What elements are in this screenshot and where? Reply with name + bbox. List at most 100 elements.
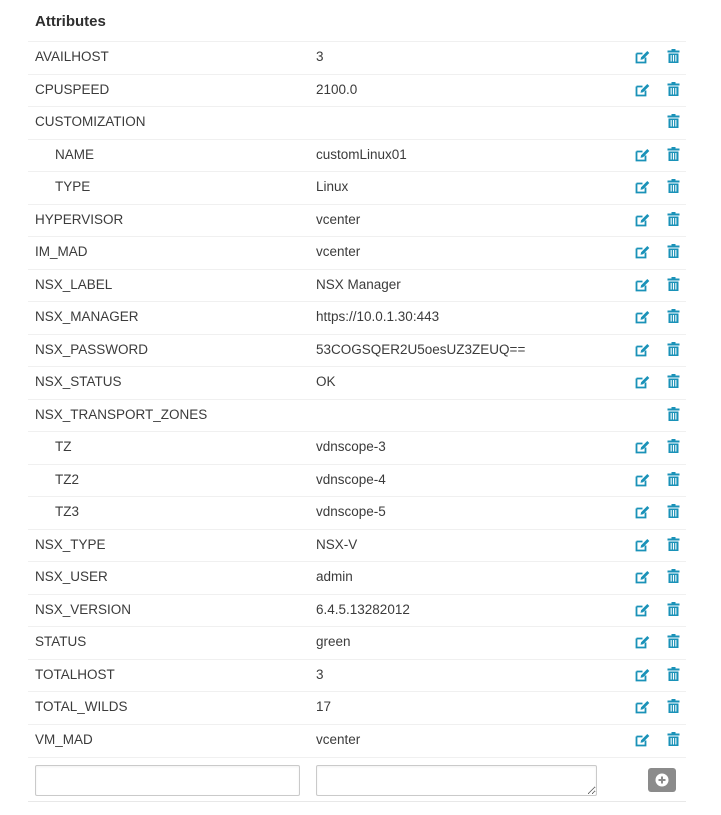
edit-icon[interactable] bbox=[635, 83, 650, 97]
attribute-key: VM_MAD bbox=[35, 731, 93, 747]
plus-circle-icon bbox=[655, 773, 669, 787]
trash-icon[interactable] bbox=[667, 49, 680, 64]
trash-icon[interactable] bbox=[667, 666, 680, 682]
edit-icon[interactable] bbox=[635, 473, 650, 487]
attribute-value: OK bbox=[316, 374, 336, 389]
edit-icon[interactable] bbox=[635, 635, 650, 649]
attribute-row: TZ2 vdnscope-4 bbox=[28, 463, 686, 497]
trash-icon[interactable] bbox=[667, 276, 680, 292]
attribute-row: TOTALHOST 3 bbox=[28, 658, 686, 692]
attribute-key: IM_MAD bbox=[35, 244, 88, 259]
new-attribute-key-input[interactable] bbox=[35, 765, 300, 796]
attribute-key: HYPERVISOR bbox=[35, 211, 124, 227]
attribute-row: NSX_TYPE NSX-V bbox=[28, 528, 686, 562]
edit-icon[interactable] bbox=[635, 375, 650, 389]
edit-icon[interactable] bbox=[635, 50, 650, 64]
attribute-key: TZ3 bbox=[55, 504, 80, 519]
trash-icon[interactable] bbox=[667, 146, 680, 162]
attribute-row: TZ vdnscope-3 bbox=[28, 431, 686, 464]
trash-icon[interactable] bbox=[667, 471, 680, 487]
attribute-row: AVAILHOST 3 bbox=[28, 41, 686, 74]
attribute-value: vdnscope-5 bbox=[316, 504, 386, 519]
attribute-value: Linux bbox=[316, 179, 349, 194]
edit-icon[interactable] bbox=[635, 700, 650, 714]
edit-icon[interactable] bbox=[635, 213, 650, 227]
trash-icon[interactable] bbox=[667, 211, 680, 227]
edit-icon[interactable] bbox=[635, 310, 650, 324]
trash-icon[interactable] bbox=[667, 244, 680, 259]
trash-icon[interactable] bbox=[667, 341, 680, 357]
trash-icon[interactable] bbox=[667, 569, 680, 584]
attribute-row: NSX_PASSWORD 53COGSQER2U5oesUZ3ZEUQ== bbox=[28, 333, 686, 367]
attribute-row: TOTAL_WILDS 17 bbox=[28, 691, 686, 724]
edit-icon[interactable] bbox=[635, 603, 650, 617]
attribute-value: vcenter bbox=[316, 211, 361, 227]
attribute-value: vcenter bbox=[316, 244, 361, 259]
attribute-row: STATUS green bbox=[28, 626, 686, 659]
attribute-row: NSX_STATUS OK bbox=[28, 366, 686, 399]
attribute-key: AVAILHOST bbox=[35, 49, 109, 64]
attribute-key: STATUS bbox=[35, 634, 87, 649]
trash-icon[interactable] bbox=[667, 699, 680, 714]
edit-icon[interactable] bbox=[635, 505, 650, 519]
attribute-value: admin bbox=[316, 569, 353, 584]
attributes-panel: Attributes AVAILHOST 3 CPUSPEED 2100.0 CUSTO… bbox=[0, 0, 721, 815]
trash-icon[interactable] bbox=[667, 114, 680, 129]
edit-icon[interactable] bbox=[635, 570, 650, 584]
attribute-value: 6.4.5.13282012 bbox=[316, 601, 410, 617]
attribute-key: TZ bbox=[55, 439, 72, 454]
attribute-key: NSX_USER bbox=[35, 569, 108, 584]
attribute-key: NAME bbox=[55, 146, 95, 162]
trash-icon[interactable] bbox=[667, 731, 680, 747]
attribute-value: NSX Manager bbox=[316, 276, 401, 292]
attribute-key: TOTALHOST bbox=[35, 666, 115, 682]
trash-icon[interactable] bbox=[667, 81, 680, 97]
trash-icon[interactable] bbox=[667, 406, 680, 422]
edit-icon[interactable] bbox=[635, 245, 650, 259]
attribute-key: NSX_TYPE bbox=[35, 536, 106, 552]
attribute-row: VM_MAD vcenter bbox=[28, 723, 686, 757]
edit-icon[interactable] bbox=[635, 538, 650, 552]
attribute-key: NSX_VERSION bbox=[35, 601, 132, 617]
trash-icon[interactable] bbox=[667, 439, 680, 454]
trash-icon[interactable] bbox=[667, 634, 680, 649]
trash-icon[interactable] bbox=[667, 179, 680, 194]
new-attribute-row bbox=[28, 757, 686, 802]
attribute-value: 17 bbox=[316, 699, 332, 714]
edit-icon[interactable] bbox=[635, 148, 650, 162]
trash-icon[interactable] bbox=[667, 536, 680, 552]
attribute-key: NSX_TRANSPORT_ZONES bbox=[35, 406, 208, 422]
attribute-key: TYPE bbox=[55, 179, 91, 194]
attribute-row: CPUSPEED 2100.0 bbox=[28, 73, 686, 107]
attribute-value: 3 bbox=[316, 666, 324, 682]
attribute-value: https://10.0.1.30:443 bbox=[316, 309, 440, 324]
edit-icon[interactable] bbox=[635, 668, 650, 682]
edit-icon[interactable] bbox=[635, 733, 650, 747]
attribute-key: CUSTOMIZATION bbox=[35, 114, 146, 129]
attribute-key: CPUSPEED bbox=[35, 81, 110, 97]
trash-icon[interactable] bbox=[667, 374, 680, 389]
trash-icon[interactable] bbox=[667, 601, 680, 617]
edit-icon[interactable] bbox=[635, 180, 650, 194]
add-attribute-button[interactable] bbox=[648, 768, 676, 792]
trash-icon[interactable] bbox=[667, 309, 680, 324]
attribute-key: NSX_STATUS bbox=[35, 374, 122, 389]
attribute-value: vdnscope-3 bbox=[316, 439, 386, 454]
attribute-row: NSX_MANAGER https://10.0.1.30:443 bbox=[28, 301, 686, 334]
edit-icon[interactable] bbox=[635, 440, 650, 454]
attribute-key: NSX_PASSWORD bbox=[35, 341, 149, 357]
attribute-value: NSX-V bbox=[316, 536, 358, 552]
attribute-row: NSX_USER admin bbox=[28, 561, 686, 594]
edit-icon[interactable] bbox=[635, 343, 650, 357]
attribute-value: vdnscope-4 bbox=[316, 471, 386, 487]
attribute-value: 2100.0 bbox=[316, 81, 358, 97]
attribute-row: CUSTOMIZATION bbox=[28, 106, 686, 139]
edit-icon[interactable] bbox=[635, 278, 650, 292]
attributes-table: AVAILHOST 3 CPUSPEED 2100.0 CUSTOMIZATION NAM… bbox=[28, 41, 686, 756]
trash-icon[interactable] bbox=[667, 504, 680, 519]
attribute-value: customLinux01 bbox=[316, 146, 407, 162]
attribute-row: IM_MAD vcenter bbox=[28, 236, 686, 269]
section-title: Attributes bbox=[35, 13, 106, 30]
attribute-value: green bbox=[316, 634, 351, 649]
new-attribute-value-input[interactable] bbox=[316, 765, 597, 796]
